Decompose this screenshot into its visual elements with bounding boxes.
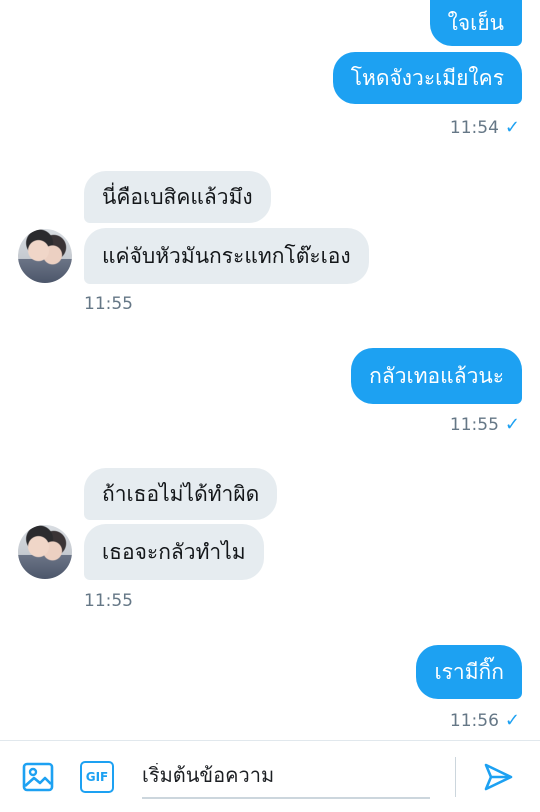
gif-icon[interactable]: GIF: [80, 761, 114, 793]
send-icon: [484, 763, 513, 791]
timestamp-text: 11:55: [84, 294, 133, 314]
message-incoming[interactable]: นี่คือเบสิคแล้วมึง: [84, 171, 271, 223]
message-timestamp: 11:55: [84, 591, 133, 611]
message-outgoing[interactable]: โหดจังวะเมียใคร: [332, 52, 522, 104]
message-composer: GIF: [0, 740, 540, 812]
message-text: โหดจังวะเมียใคร: [350, 65, 504, 90]
message-text: ถ้าเธอไม่ได้ทำผิด: [102, 481, 260, 506]
image-icon: [22, 762, 54, 792]
message-text: ใจเย็น: [447, 10, 504, 35]
message-timestamp: 11:55 ✓: [450, 414, 520, 435]
message-incoming[interactable]: ถ้าเธอไม่ได้ทำผิด: [84, 468, 278, 520]
timestamp-text: 11:55: [449, 414, 499, 435]
message-outgoing[interactable]: กลัวเทอแล้วนะ: [351, 348, 522, 404]
message-input-wrapper: [142, 753, 430, 799]
gif-label: GIF: [85, 770, 109, 784]
avatar[interactable]: [18, 229, 72, 283]
timestamp-text: 11:55: [84, 591, 133, 611]
image-icon[interactable]: [20, 759, 56, 795]
message-outgoing[interactable]: เรามีกิ๊ก: [416, 645, 522, 699]
message-text: กลัวเทอแล้วนะ: [369, 363, 504, 388]
message-text: แค่จับหัวมันกระแทกโต๊ะเอง: [102, 243, 351, 268]
message-incoming[interactable]: แค่จับหัวมันกระแทกโต๊ะเอง: [84, 228, 369, 284]
message-input[interactable]: [142, 763, 430, 787]
message-timestamp: 11:55: [84, 294, 133, 314]
message-outgoing[interactable]: ใจเย็น: [429, 0, 522, 46]
timestamp-text: 11:54: [449, 117, 499, 138]
avatar[interactable]: [18, 525, 72, 579]
message-text: เธอจะกลัวทำไม: [102, 539, 246, 564]
read-check-icon: ✓: [504, 710, 520, 731]
read-check-icon: ✓: [504, 117, 520, 138]
message-text: เรามีกิ๊ก: [434, 659, 504, 684]
send-icon[interactable]: [480, 759, 516, 795]
message-timestamp: 11:56 ✓: [450, 710, 520, 731]
divider: [455, 757, 456, 797]
message-incoming[interactable]: เธอจะกลัวทำไม: [84, 524, 264, 580]
timestamp-text: 11:56: [449, 710, 499, 731]
read-check-icon: ✓: [504, 414, 520, 435]
message-timestamp: 11:54 ✓: [450, 117, 520, 138]
message-text: นี่คือเบสิคแล้วมึง: [102, 184, 253, 209]
